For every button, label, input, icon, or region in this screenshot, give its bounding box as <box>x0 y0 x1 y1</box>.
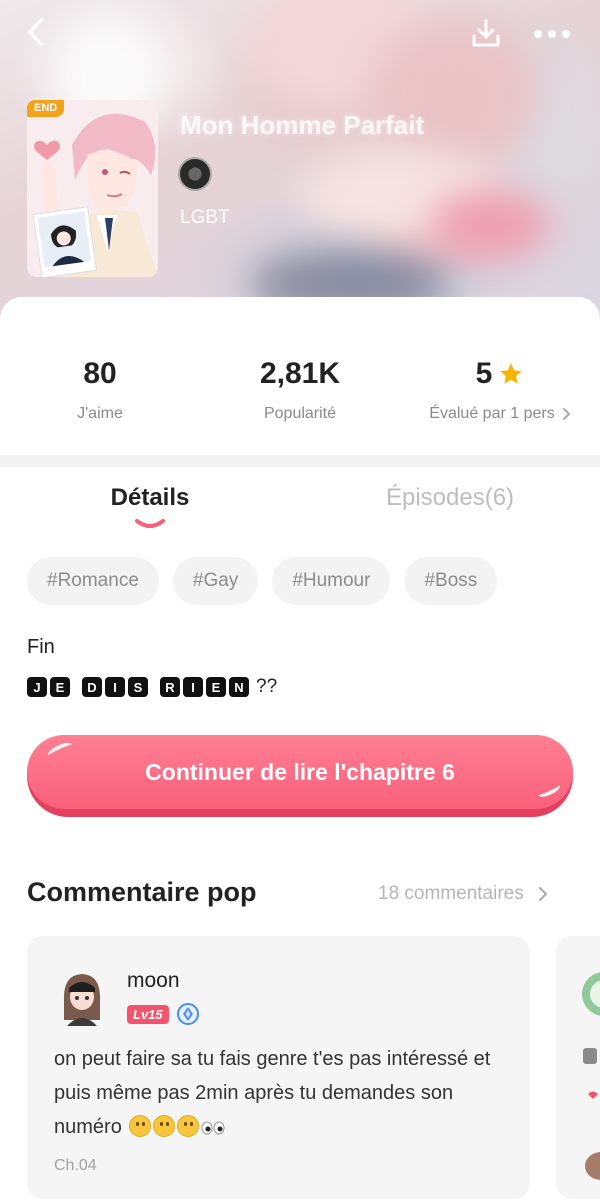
confused-face-icon <box>129 1115 152 1137</box>
stat-label: J'aime <box>77 405 123 422</box>
download-icon[interactable] <box>466 14 506 54</box>
comments-count: 18 commentaires <box>378 883 524 904</box>
tag-chip[interactable]: #Romance <box>27 557 159 605</box>
tab-episodes[interactable]: Épisodes(6) <box>370 484 530 512</box>
boxed-letter: J <box>27 677 47 697</box>
comment-body: on peut faire sa tu fais genre t'es pas … <box>54 1048 491 1138</box>
stat-popularity: 2,81K Popularité <box>230 357 370 423</box>
avatar[interactable] <box>59 970 105 1026</box>
continue-reading-label-wrap: Continuer de lire l'chapitre 6 <box>27 735 573 809</box>
tag-chip[interactable]: #Boss <box>404 557 498 605</box>
stat-value: 80 <box>83 357 117 390</box>
rating-value: 5 <box>475 357 493 390</box>
stat-value: 5 <box>420 357 580 391</box>
end-badge: END <box>27 100 65 117</box>
more-icon[interactable] <box>530 14 574 54</box>
chevron-right-icon <box>562 408 571 420</box>
boxed-letter: N <box>229 677 249 697</box>
tab-active-indicator <box>135 519 165 528</box>
boxed-letter: I <box>183 677 203 697</box>
comment-card[interactable]: moon Lv15 on peut faire sa tu fais genre… <box>27 936 530 1199</box>
stat-likes: 80 J'aime <box>40 357 160 423</box>
hero-blur <box>370 20 540 170</box>
diamond-badge-icon <box>176 1003 199 1025</box>
star-icon <box>500 363 523 384</box>
user-badges: Lv15 <box>127 1003 199 1025</box>
boxed-letter: D <box>82 677 102 697</box>
hero-banner: END Mon Homme Parfait LGBT <box>0 0 600 330</box>
boxed-letter: E <box>206 677 226 697</box>
confused-face-icon <box>177 1115 200 1137</box>
comment-username[interactable]: moon <box>127 969 180 993</box>
comments-section-title: Commentaire pop <box>27 877 257 907</box>
comment-chapter: Ch.04 <box>54 1157 97 1174</box>
section-divider <box>0 455 600 467</box>
eyes-icon <box>201 1121 225 1135</box>
chevron-right-icon <box>538 887 548 901</box>
boxed-letter: E <box>50 677 70 697</box>
confused-face-icon <box>153 1115 176 1137</box>
rating-label: Évalué par 1 pers <box>429 405 555 422</box>
cover-image <box>27 100 158 277</box>
hero-blur <box>430 190 550 260</box>
tag-chip[interactable]: #Humour <box>272 557 391 605</box>
back-icon[interactable] <box>18 14 54 50</box>
stats-card: 80 J'aime 2,81K Popularité 5 Évalué par … <box>0 297 600 455</box>
level-badge: Lv15 <box>127 1004 169 1024</box>
stat-value: 2,81K <box>259 357 341 390</box>
comment-card-peek[interactable] <box>556 936 600 1199</box>
comments-count-link[interactable]: 18 commentaires <box>378 883 548 905</box>
description-line: Fin <box>27 636 55 658</box>
tab-details[interactable]: Détails <box>90 484 210 512</box>
tag-chip[interactable]: #Gay <box>172 557 259 605</box>
stat-rating[interactable]: 5 Évalué par 1 pers <box>420 357 580 423</box>
genre-label[interactable]: LGBT <box>180 207 230 229</box>
tag-list: #Romance #Gay #Humour #Boss <box>27 557 498 605</box>
stat-label: Évalué par 1 pers <box>420 405 580 423</box>
boxed-letter: I <box>105 677 125 697</box>
stat-label: Popularité <box>263 405 337 422</box>
boxed-words: JEDISRIEN <box>27 677 249 697</box>
author-avatar[interactable] <box>178 157 212 191</box>
comment-text: on peut faire sa tu fais genre t'es pas … <box>54 1042 514 1144</box>
boxed-letter: R <box>160 677 180 697</box>
continue-reading-button[interactable]: Continuer de lire l'chapitre 6 <box>27 735 573 817</box>
boxed-letter: S <box>128 677 148 697</box>
continue-reading-label: Continuer de lire l'chapitre 6 <box>145 758 455 785</box>
description-suffix: ?? <box>256 676 278 697</box>
comic-title: Mon Homme Parfait <box>180 110 425 140</box>
description-boxed-line: JEDISRIEN ?? <box>27 676 277 698</box>
